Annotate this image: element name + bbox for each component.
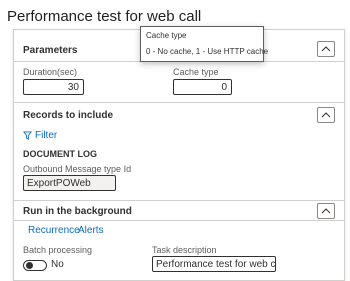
- dialog-panel: Parameters Duration(sec) 30 Cache type 0…: [13, 29, 345, 281]
- background-divider: [14, 220, 344, 221]
- background-collapse-button[interactable]: [317, 203, 335, 219]
- batch-processing-label: Batch processing: [23, 245, 93, 255]
- dialog-title: Performance test for web call: [7, 8, 202, 25]
- chevron-up-icon: [321, 208, 331, 214]
- outbound-message-type-input[interactable]: ExportPOWeb: [23, 175, 116, 191]
- outbound-message-type-label: Outbound Message type Id: [23, 164, 132, 174]
- tooltip-title: Cache type: [146, 31, 187, 40]
- toggle-knob: [26, 262, 33, 269]
- cache-type-label: Cache type: [173, 67, 219, 77]
- records-header: Records to include: [23, 110, 114, 121]
- filter-label: Filter: [35, 130, 58, 141]
- cache-type-input[interactable]: 0: [173, 79, 232, 95]
- section-divider: [14, 102, 344, 103]
- chevron-up-icon: [321, 46, 331, 52]
- records-collapse-button[interactable]: [317, 107, 335, 123]
- task-description-label: Task description: [152, 245, 217, 255]
- batch-processing-toggle[interactable]: [23, 260, 47, 271]
- alerts-link[interactable]: Alerts: [78, 225, 104, 236]
- recurrence-link[interactable]: Recurrence: [28, 225, 80, 236]
- duration-input[interactable]: 30: [23, 79, 84, 95]
- task-description-input[interactable]: Performance test for web call: [152, 256, 276, 272]
- parameters-collapse-button[interactable]: [317, 41, 335, 57]
- document-log-label: DOCUMENT LOG: [23, 149, 97, 159]
- parameters-header: Parameters: [23, 45, 78, 56]
- section-divider: [14, 200, 344, 201]
- tooltip-text: 0 - No cache, 1 - Use HTTP cache: [146, 47, 269, 56]
- cache-type-tooltip: Cache type 0 - No cache, 1 - Use HTTP ca…: [140, 26, 268, 62]
- chevron-up-icon: [321, 112, 331, 118]
- duration-label: Duration(sec): [23, 67, 78, 77]
- background-header: Run in the background: [23, 206, 132, 217]
- batch-processing-value: No: [51, 259, 64, 270]
- funnel-icon: [23, 131, 32, 140]
- filter-button[interactable]: Filter: [23, 130, 57, 141]
